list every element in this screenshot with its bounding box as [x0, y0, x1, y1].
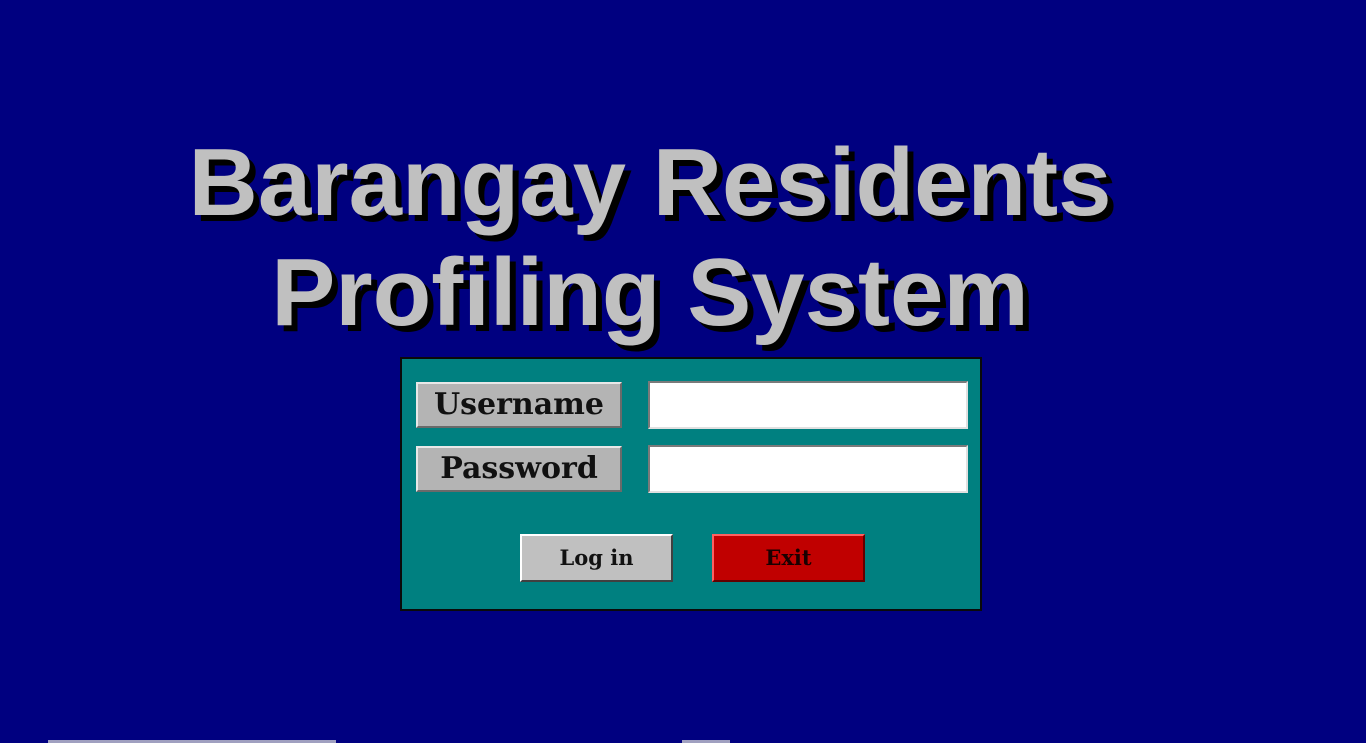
password-label: Password — [416, 446, 622, 492]
password-field[interactable] — [648, 445, 968, 493]
login-screen: Barangay Residents Profiling System User… — [0, 0, 1366, 743]
app-title-line2: Profiling System — [271, 239, 1029, 346]
login-button[interactable]: Log in — [520, 534, 673, 582]
username-label: Username — [416, 382, 622, 428]
username-field[interactable] — [648, 381, 968, 429]
app-title-line1: Barangay Residents — [188, 129, 1112, 236]
exit-button[interactable]: Exit — [712, 534, 865, 582]
login-panel: Username Password Log in Exit — [400, 357, 982, 611]
